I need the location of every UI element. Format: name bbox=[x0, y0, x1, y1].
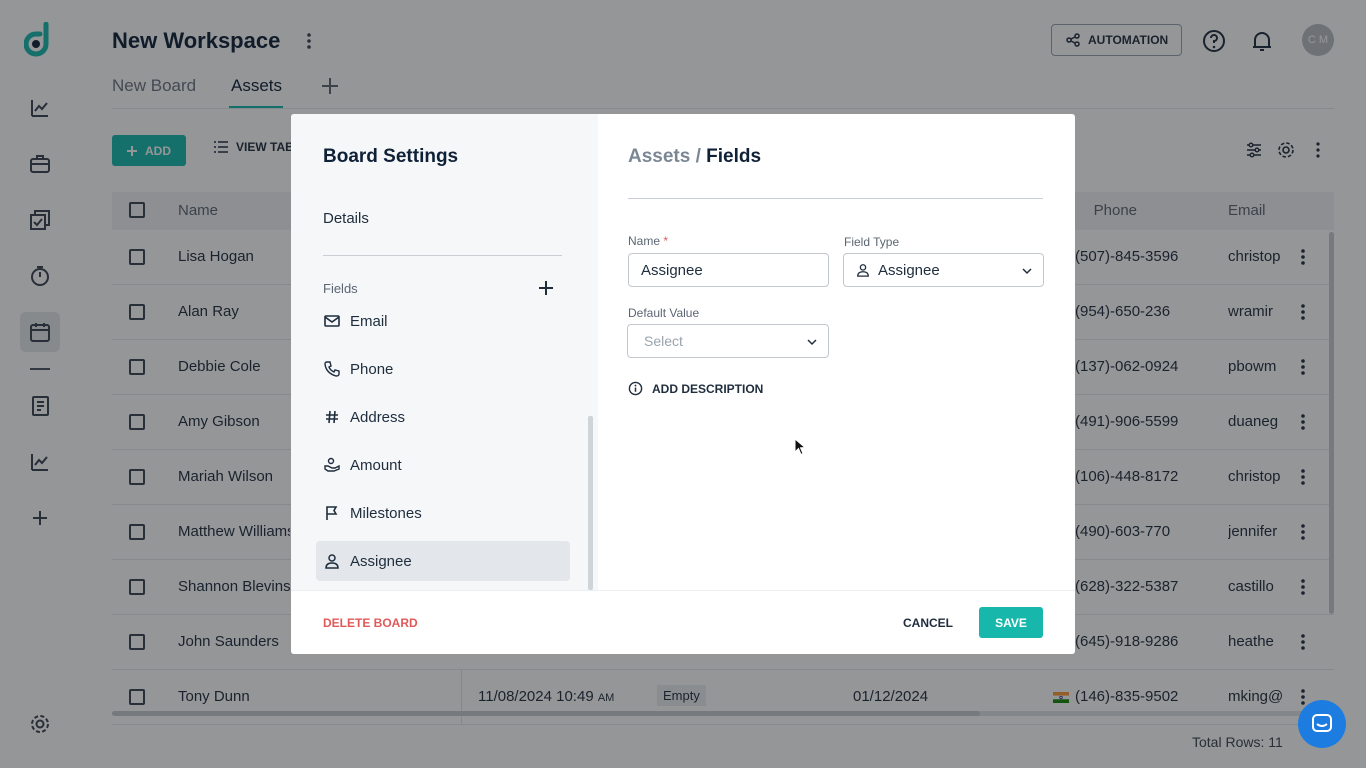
field-item-label: Phone bbox=[350, 360, 394, 378]
user-icon bbox=[325, 554, 339, 569]
name-label-text: Name bbox=[628, 234, 661, 248]
field-item-assignee[interactable]: Assignee bbox=[316, 541, 570, 581]
field-item-label: Address bbox=[350, 408, 406, 426]
header-divider bbox=[628, 198, 1043, 199]
breadcrumb: Assets / Fields bbox=[628, 146, 761, 168]
breadcrumb-separator: / bbox=[690, 146, 707, 167]
name-label: Name * bbox=[628, 234, 668, 248]
name-value: Assignee bbox=[641, 261, 703, 279]
mouse-cursor-icon bbox=[794, 438, 806, 456]
field-item-phone[interactable]: Phone bbox=[316, 349, 570, 389]
breadcrumb-parent[interactable]: Assets bbox=[628, 146, 690, 167]
chevron-down-icon bbox=[1022, 268, 1032, 275]
breadcrumb-current: Fields bbox=[706, 146, 762, 167]
modal-title: Board Settings bbox=[323, 146, 459, 167]
board-settings-modal: Board Settings Details Fields Email Phon… bbox=[291, 114, 1075, 654]
add-description-label: ADD DESCRIPTION bbox=[652, 381, 764, 396]
sidebar-scrollbar[interactable] bbox=[588, 416, 593, 590]
add-description-button[interactable]: ADD DESCRIPTION bbox=[628, 381, 763, 396]
delete-board-button[interactable]: DELETE BOARD bbox=[323, 616, 418, 630]
add-field-icon[interactable] bbox=[537, 279, 555, 297]
field-type-value: Assignee bbox=[878, 261, 940, 279]
hash-icon bbox=[326, 410, 338, 424]
info-icon bbox=[628, 381, 643, 396]
field-item-label: Email bbox=[350, 312, 388, 330]
field-item-label: Assignee bbox=[350, 552, 412, 570]
field-item-address[interactable]: Address bbox=[316, 397, 570, 437]
details-nav-item[interactable]: Details bbox=[323, 210, 369, 227]
cancel-button[interactable]: CANCEL bbox=[903, 616, 953, 630]
field-item-milestones[interactable]: Milestones bbox=[316, 493, 570, 533]
field-item-amount[interactable]: Amount bbox=[316, 445, 570, 485]
chevron-down-icon bbox=[807, 339, 817, 346]
field-type-label: Field Type bbox=[844, 235, 900, 249]
sidebar-divider bbox=[323, 255, 562, 256]
chat-support-button[interactable] bbox=[1298, 700, 1346, 748]
fields-section-label: Fields bbox=[323, 281, 358, 296]
settings-sidebar: Board Settings Details Fields Email Phon… bbox=[291, 114, 598, 590]
field-item-label: Amount bbox=[350, 456, 402, 474]
default-value-label: Default Value bbox=[628, 306, 700, 320]
money-hand-icon bbox=[324, 457, 340, 472]
user-icon bbox=[857, 264, 869, 277]
mail-icon bbox=[324, 315, 340, 327]
default-value-select[interactable]: Select bbox=[627, 324, 829, 358]
save-button[interactable]: SAVE bbox=[979, 607, 1043, 638]
required-marker: * bbox=[663, 234, 669, 248]
name-field[interactable]: Assignee bbox=[628, 253, 829, 287]
chat-icon bbox=[1312, 714, 1332, 732]
field-item-email[interactable]: Email bbox=[316, 301, 570, 341]
modal-footer: DELETE BOARD CANCEL SAVE bbox=[291, 590, 1075, 654]
default-value-placeholder: Select bbox=[644, 333, 683, 349]
flag-icon bbox=[326, 506, 338, 520]
phone-icon bbox=[324, 361, 340, 377]
field-type-select[interactable]: Assignee bbox=[843, 253, 1044, 287]
field-item-label: Milestones bbox=[350, 504, 422, 522]
